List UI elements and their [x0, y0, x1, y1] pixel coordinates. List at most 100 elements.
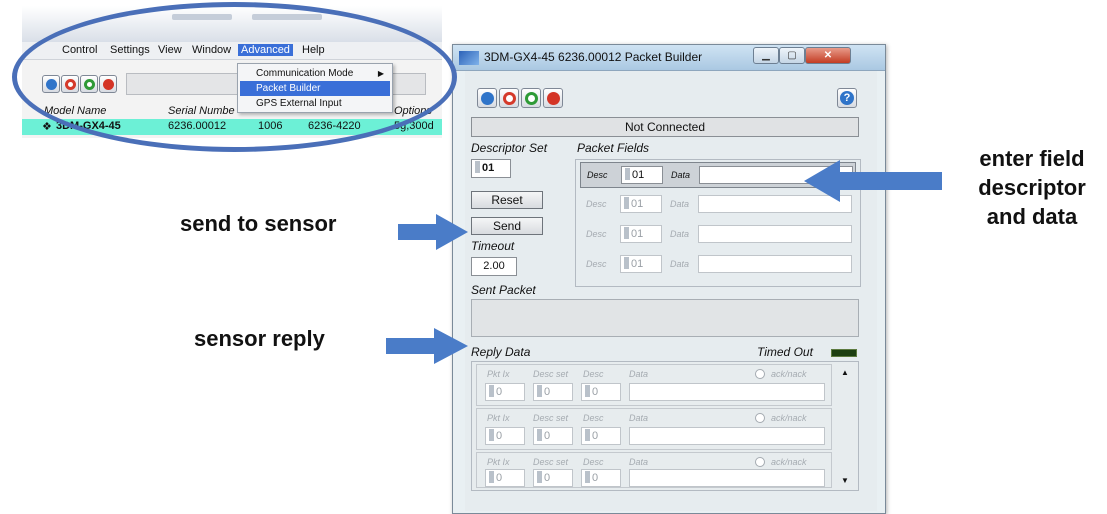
reply-data-field	[629, 383, 825, 401]
gps-external-input-label: GPS External Input	[256, 98, 342, 109]
spinner-icon	[585, 471, 590, 483]
descriptor-set-label: Descriptor Set	[471, 141, 548, 155]
desc-label: Desc	[587, 170, 608, 180]
desc-set-label: Desc set	[533, 369, 569, 379]
arrow-left-icon	[804, 160, 942, 202]
ack-nack-radio[interactable]	[755, 457, 765, 467]
menu-control[interactable]: Control	[62, 44, 97, 56]
communication-mode-label: Communication Mode	[256, 68, 354, 79]
menu-window[interactable]: Window	[192, 44, 231, 56]
connect-button[interactable]	[42, 75, 60, 93]
desc-set-field: 0	[533, 383, 573, 401]
app-icon	[459, 51, 479, 65]
record-icon	[546, 91, 560, 105]
desc-value: 0	[592, 430, 599, 442]
column-serial-number: Serial Numbe	[168, 105, 235, 117]
close-button[interactable]: ✕	[805, 47, 851, 64]
annotation-line: descriptor	[978, 175, 1086, 200]
desc-label: Desc	[583, 413, 604, 423]
desc-label: Desc	[586, 259, 607, 269]
packet-field-row: Desc 01 Data	[580, 222, 856, 248]
reset-button[interactable]: Reset	[471, 191, 543, 209]
maximize-button[interactable]: ▢	[779, 47, 805, 64]
blurred-title-fragment	[252, 14, 322, 20]
menu-item-packet-builder[interactable]: Packet Builder	[240, 81, 390, 96]
pkt-ix-field: 0	[485, 469, 525, 487]
pkt-ix-value: 0	[496, 430, 503, 442]
send-button[interactable]: Send	[471, 217, 543, 235]
record-icon	[102, 78, 114, 90]
desc-set-value: 0	[544, 472, 551, 484]
desc-field: 0	[581, 427, 621, 445]
menu-item-communication-mode[interactable]: Communication Mode ▶	[240, 66, 390, 81]
spinner-icon	[489, 385, 494, 397]
sent-packet-label: Sent Packet	[471, 283, 536, 297]
stop-button[interactable]	[61, 75, 79, 93]
device-col4: 6236-4220	[308, 120, 361, 132]
spinner-icon	[537, 471, 542, 483]
device-col3: 1006	[258, 120, 283, 132]
desc-set-value: 0	[544, 430, 551, 442]
desc-field: 0	[581, 383, 621, 401]
arrow-shape	[386, 328, 468, 364]
timed-out-indicator	[831, 349, 857, 357]
spinner-icon	[624, 257, 629, 269]
arrow-right-icon	[386, 328, 468, 364]
desc-label: Desc	[583, 369, 604, 379]
desc-label: Desc	[583, 457, 604, 467]
spinner-icon	[585, 385, 590, 397]
desc-input[interactable]: 01	[620, 255, 662, 273]
data-input[interactable]	[698, 225, 852, 243]
title-bar[interactable]: 3DM-GX4-45 6236.00012 Packet Builder ▁ ▢…	[453, 45, 885, 71]
record-button[interactable]	[99, 75, 117, 93]
reply-data-list: Pkt Ix Desc set Desc Data ack/nack 0 0 0…	[471, 361, 859, 491]
desc-set-field: 0	[533, 469, 573, 487]
desc-input[interactable]: 01	[621, 166, 663, 184]
run-button[interactable]	[521, 88, 541, 108]
desc-set-label: Desc set	[533, 413, 569, 423]
packet-fields-label: Packet Fields	[577, 141, 650, 155]
reply-row: Pkt Ix Desc set Desc Data ack/nack 0 0 0	[476, 452, 832, 488]
arrow-shape	[398, 214, 468, 250]
data-label: Data	[629, 369, 649, 379]
desc-value: 01	[632, 169, 645, 181]
desc-value: 0	[592, 386, 599, 398]
packet-builder-body: ? Not Connected Descriptor Set Packet Fi…	[465, 71, 877, 511]
reply-scrollbar[interactable]: ▲ ▼	[834, 364, 856, 489]
close-icon: ✕	[823, 50, 833, 61]
device-row[interactable]: ❖ 3DM-GX4-45 6236.00012 1006 6236-4220 5…	[22, 119, 442, 135]
data-label: Data	[670, 199, 690, 209]
help-button[interactable]: ?	[837, 88, 857, 108]
menu-settings[interactable]: Settings	[110, 44, 150, 56]
scroll-up-icon[interactable]: ▲	[841, 368, 849, 377]
data-label: Data	[670, 259, 690, 269]
connect-button[interactable]	[477, 88, 497, 108]
minimize-button[interactable]: ▁	[753, 47, 779, 64]
ack-nack-radio[interactable]	[755, 413, 765, 423]
menu-advanced[interactable]: Advanced	[238, 44, 293, 56]
record-button[interactable]	[543, 88, 563, 108]
menu-item-gps-external-input[interactable]: GPS External Input	[240, 96, 390, 111]
spinner-icon	[624, 197, 629, 209]
arrow-shape	[804, 160, 942, 202]
stop-button[interactable]	[499, 88, 519, 108]
data-label: Data	[671, 170, 691, 180]
timeout-input[interactable]: 2.00	[471, 257, 517, 276]
timed-out-label: Timed Out	[757, 345, 813, 359]
menu-help[interactable]: Help	[302, 44, 325, 56]
data-input[interactable]	[698, 255, 852, 273]
menu-view[interactable]: View	[158, 44, 182, 56]
spinner-icon	[585, 429, 590, 441]
annotation-line: and data	[986, 204, 1078, 229]
desc-field: 0	[581, 469, 621, 487]
ack-nack-radio[interactable]	[755, 369, 765, 379]
descriptor-set-input[interactable]: 01	[471, 159, 511, 178]
pkt-ix-label: Pkt Ix	[487, 413, 510, 423]
desc-input[interactable]: 01	[620, 225, 662, 243]
window-chrome	[22, 6, 442, 42]
run-button[interactable]	[80, 75, 98, 93]
ack-nack-label: ack/nack	[771, 369, 807, 379]
desc-input[interactable]: 01	[620, 195, 662, 213]
scroll-down-icon[interactable]: ▼	[841, 476, 849, 485]
pkt-ix-value: 0	[496, 472, 503, 484]
